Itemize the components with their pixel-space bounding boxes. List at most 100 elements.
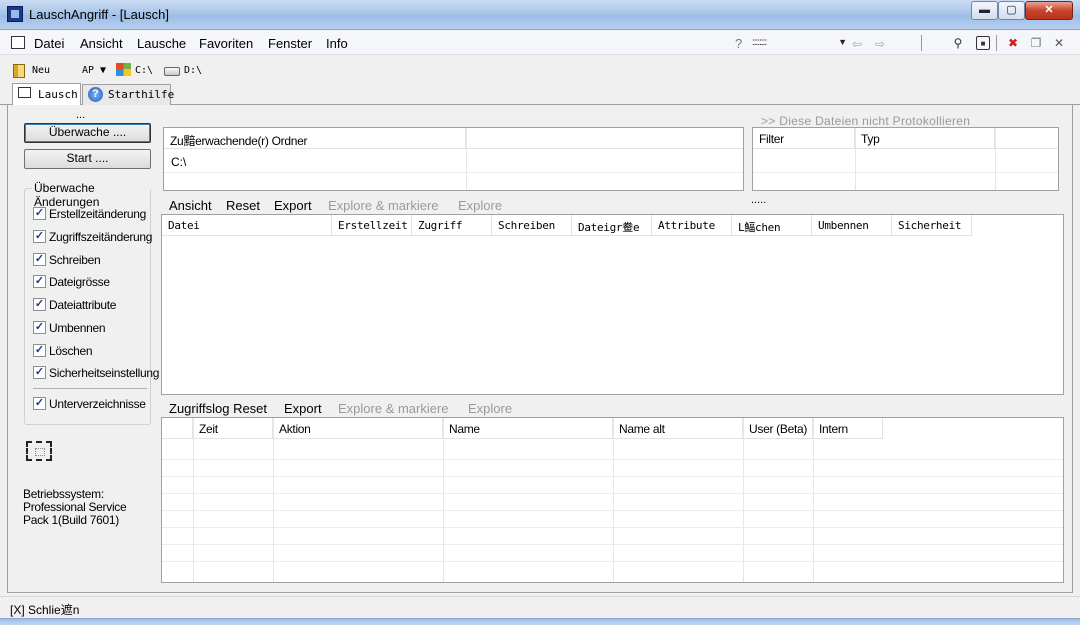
- column-index[interactable]: [162, 418, 193, 439]
- menu-datei[interactable]: Datei: [34, 36, 64, 51]
- files-explore-link[interactable]: Explore: [458, 198, 502, 213]
- column-attribute[interactable]: Attribute: [652, 215, 732, 236]
- checkbox[interactable]: ✓: [33, 207, 46, 220]
- row-divider: [162, 561, 1063, 562]
- log-reset-link[interactable]: Zugriffslog Reset: [169, 401, 267, 416]
- checkbox[interactable]: ✓: [33, 321, 46, 334]
- col-divider: [855, 128, 856, 190]
- maximize-button[interactable]: ▢: [998, 1, 1025, 20]
- row-divider: [162, 527, 1063, 528]
- drive-c-button[interactable]: C:\: [135, 65, 153, 76]
- exclude-hint: >> Diese Dateien nicht Protokollieren: [761, 114, 971, 128]
- column-name[interactable]: Name: [443, 418, 613, 439]
- checkbox[interactable]: ✓: [33, 230, 46, 243]
- search-icon[interactable]: ⚲: [951, 36, 965, 50]
- checkbox[interactable]: ✓: [33, 397, 46, 410]
- log-explore-link[interactable]: Explore: [468, 401, 512, 416]
- col-divider: [813, 418, 814, 582]
- column-datei[interactable]: Datei: [162, 215, 332, 236]
- os-version: Professional Service: [23, 500, 127, 514]
- column-schreiben[interactable]: Schreiben: [492, 215, 572, 236]
- column-name-alt[interactable]: Name alt: [613, 418, 743, 439]
- column-dateigroesse[interactable]: Dateigr鲞e: [572, 215, 652, 236]
- column-header[interactable]: Zu黯erwachende(r) Ordner: [164, 128, 466, 149]
- lausch-panel: ... Überwache .... Start .... Überwache …: [7, 105, 1073, 593]
- column-user[interactable]: User (Beta): [743, 418, 813, 439]
- new-button[interactable]: Neu: [32, 65, 50, 76]
- save-icon[interactable]: ■: [976, 36, 990, 50]
- log-explore-mark-link[interactable]: Explore & markiere: [338, 401, 449, 416]
- column-filter[interactable]: Filter: [753, 128, 855, 149]
- menu-info[interactable]: Info: [326, 36, 348, 51]
- folder-row[interactable]: C:\: [171, 155, 186, 169]
- log-actions: Zugriffslog Reset Export Explore & marki…: [169, 401, 569, 417]
- tab-lausch[interactable]: Lausch: [12, 83, 81, 105]
- checkbox[interactable]: ✓: [33, 253, 46, 266]
- drive-icon[interactable]: [164, 67, 180, 76]
- checkbox[interactable]: ✓: [33, 344, 46, 357]
- menu-lausche[interactable]: Lausche: [137, 36, 186, 51]
- document-icon[interactable]: [11, 36, 25, 49]
- windows-drive-icon[interactable]: [116, 63, 131, 76]
- language-dropdown[interactable]: ::::::::: [752, 37, 846, 51]
- files-reset-link[interactable]: Reset: [226, 198, 260, 213]
- app-icon: [7, 6, 23, 22]
- os-build: Pack 1(Build 7601): [23, 513, 119, 527]
- files-explore-mark-link[interactable]: Explore & markiere: [328, 198, 439, 213]
- minimize-button[interactable]: ▬: [971, 1, 998, 20]
- menu-fenster[interactable]: Fenster: [268, 36, 312, 51]
- app-logo-icon: [26, 441, 52, 461]
- status-bar: [X] Schlie遮n: [0, 596, 1080, 618]
- column-zeit[interactable]: Zeit: [193, 418, 273, 439]
- menu-favoriten[interactable]: Favoriten: [199, 36, 253, 51]
- help-icon[interactable]: ?: [735, 36, 742, 51]
- close-button[interactable]: ✕: [1025, 1, 1073, 20]
- row-divider: [164, 172, 743, 173]
- checkbox[interactable]: ✓: [33, 275, 46, 288]
- column-erstellzeit[interactable]: Erstellzeit: [332, 215, 412, 236]
- access-log-table[interactable]: Zeit Aktion Name Name alt User (Beta) In…: [161, 417, 1064, 583]
- back-icon[interactable]: ⇦: [852, 37, 862, 51]
- files-table[interactable]: Datei Erstellzeit Zugriff Schreiben Date…: [161, 214, 1064, 395]
- checkbox[interactable]: ✓: [33, 298, 46, 311]
- ap-dropdown[interactable]: AP ▼: [82, 65, 106, 76]
- group-title: Überwache Änderungen: [32, 181, 150, 209]
- row-divider: [162, 510, 1063, 511]
- column-typ[interactable]: Typ: [855, 128, 995, 149]
- column-umbennen[interactable]: Umbennen: [812, 215, 892, 236]
- files-actions: Ansicht Reset Export Explore & markiere …: [169, 194, 769, 214]
- column-zugriff[interactable]: Zugriff: [412, 215, 492, 236]
- divider: [33, 388, 147, 389]
- help-icon: ?: [88, 87, 103, 102]
- column-intern[interactable]: Intern: [813, 418, 883, 439]
- col-divider: [613, 418, 614, 582]
- forward-icon[interactable]: ⇨: [875, 37, 885, 51]
- restore-child-icon[interactable]: ❐: [1029, 36, 1043, 50]
- window-title: LauschAngriff - [Lausch]: [29, 7, 169, 22]
- row-divider: [162, 476, 1063, 477]
- files-ansicht-link[interactable]: Ansicht: [169, 198, 212, 213]
- files-export-link[interactable]: Export: [274, 198, 312, 213]
- title-bar: LauschAngriff - [Lausch] ▬ ▢ ✕: [0, 0, 1080, 30]
- checkbox[interactable]: ✓: [33, 366, 46, 379]
- exclude-grid[interactable]: Filter Typ: [752, 127, 1059, 191]
- close-all-icon[interactable]: ✕: [1052, 36, 1066, 50]
- column-sicherheit[interactable]: Sicherheit: [892, 215, 972, 236]
- window-frame-bottom: [0, 618, 1080, 625]
- drive-d-button[interactable]: D:\: [184, 65, 202, 76]
- watch-button[interactable]: Überwache ....: [24, 123, 151, 143]
- column-loeschen[interactable]: L鰏chen: [732, 215, 812, 236]
- close-child-icon[interactable]: ✖: [1006, 36, 1020, 50]
- menu-separator: [996, 35, 997, 51]
- new-book-icon[interactable]: [13, 64, 25, 78]
- log-export-link[interactable]: Export: [284, 401, 322, 416]
- tab-starthilfe[interactable]: ? Starthilfe: [82, 84, 174, 105]
- menu-ansicht[interactable]: Ansicht: [80, 36, 123, 51]
- close-status-text[interactable]: [X] Schlie遮n: [10, 601, 79, 618]
- column-header: [466, 128, 743, 149]
- row-divider: [162, 544, 1063, 545]
- start-button[interactable]: Start ....: [24, 149, 151, 169]
- watched-folders-grid[interactable]: Zu黯erwachende(r) Ordner C:\: [163, 127, 744, 191]
- document-icon: [18, 87, 31, 98]
- column-aktion[interactable]: Aktion: [273, 418, 443, 439]
